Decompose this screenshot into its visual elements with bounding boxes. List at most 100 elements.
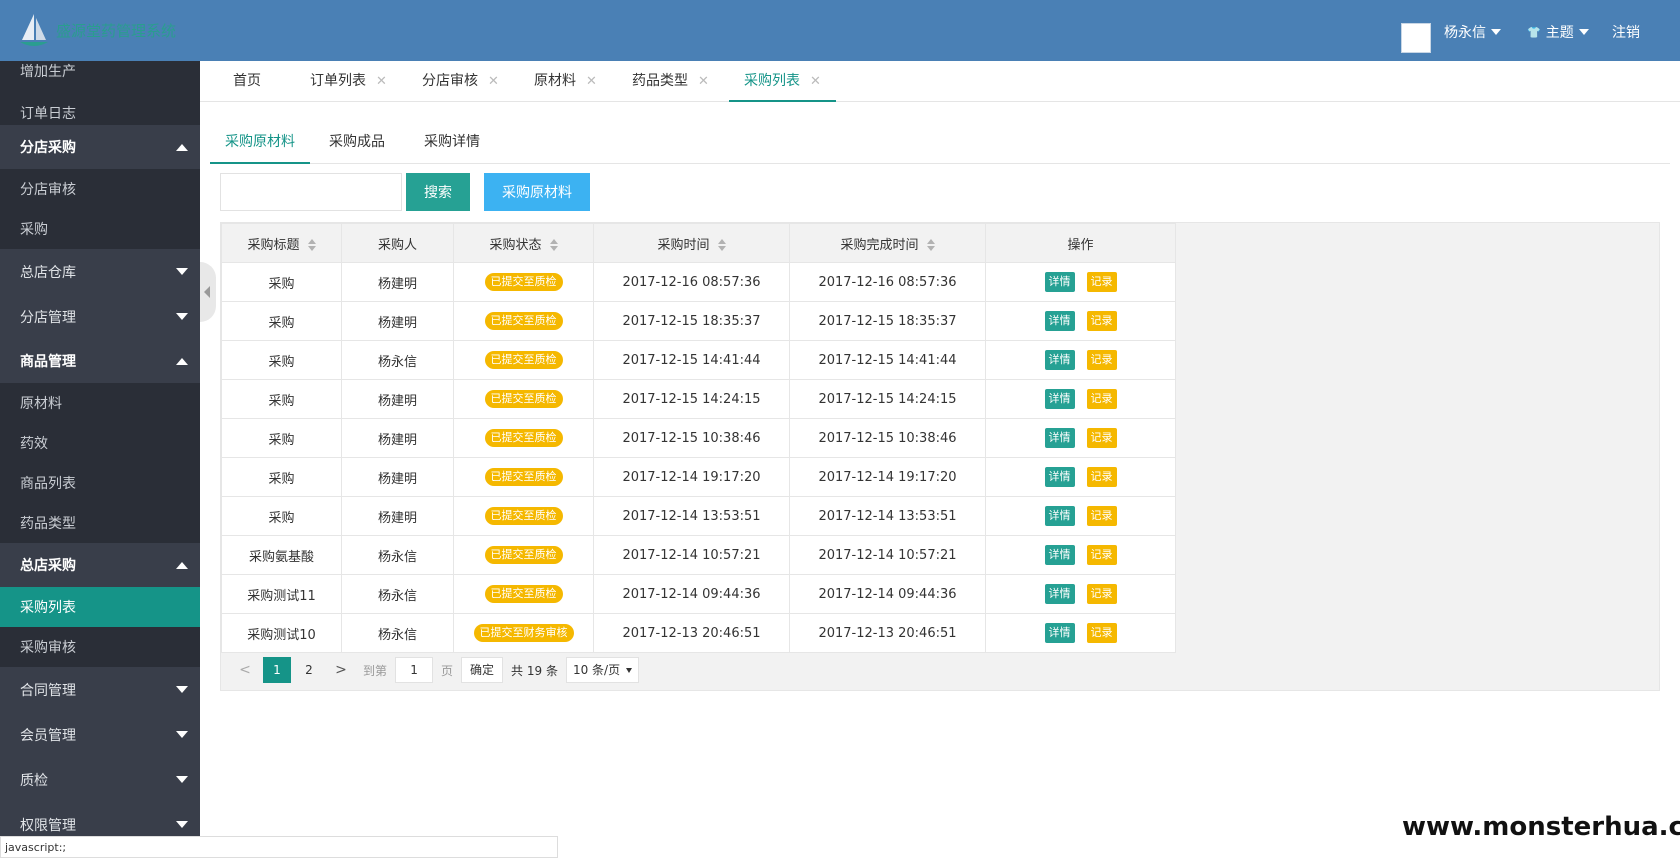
cell-buyer: 杨建明 [341,301,454,341]
sub-tab-bar: 采购原材料 采购成品 采购详情 [210,128,1670,164]
sidebar-group-label: 总店仓库 [20,264,76,281]
goto-page-input[interactable]: 1 [395,657,434,683]
detail-button[interactable]: 详情 [1044,389,1075,409]
sidebar-group-member[interactable]: 会员管理 [0,712,200,757]
record-button[interactable]: 记录 [1086,428,1117,448]
search-button[interactable]: 搜索 [406,173,470,211]
sidebar-group-hq-purchase[interactable]: 总店采购 [0,543,200,587]
close-icon[interactable]: ✕ [488,74,499,89]
col-status-header[interactable]: 采购状态 [453,223,594,263]
detail-button[interactable]: 详情 [1044,584,1075,604]
cell-status: 已提交至财务审核 [453,613,594,653]
close-icon[interactable]: ✕ [810,74,821,89]
table-body: 采购 杨建明 已提交至质检 2017-12-16 08:57:36 2017-12-16… [221,262,1176,653]
cell-actions: 详情 记录 [985,262,1176,302]
theme-label: 主题 [1545,25,1574,41]
cell-done: 2017-12-13 20:46:51 [789,613,986,653]
status-badge: 已提交至质检 [484,273,563,291]
chevron-down-icon [626,667,633,673]
tab-purchase-list[interactable]: 采购列表 ✕ [729,61,836,102]
search-input[interactable] [220,173,402,211]
goto-confirm-button[interactable]: 确定 [461,657,504,683]
record-button[interactable]: 记录 [1086,467,1117,487]
page-1-button[interactable]: 1 [263,657,291,683]
sidebar-item-purchase[interactable]: 采购 [0,209,200,249]
avatar[interactable] [1401,23,1431,53]
triangle-up-icon [176,143,188,151]
sidebar-item-purchase-review[interactable]: 采购审核 [0,627,200,667]
detail-button[interactable]: 详情 [1044,350,1075,370]
tab-branch-review[interactable]: 分店审核 ✕ [422,61,499,102]
sidebar-collapse-handle[interactable] [200,262,216,322]
sidebar-group-goods-mgmt[interactable]: 商品管理 [0,339,200,383]
cell-actions: 详情 记录 [985,340,1176,380]
col-done-header[interactable]: 采购完成时间 [789,223,986,263]
sidebar-group-label: 总店采购 [20,558,76,574]
page-2-button[interactable]: 2 [295,657,323,683]
record-button[interactable]: 记录 [1086,506,1117,526]
tab-raw-material[interactable]: 原材料 ✕ [534,61,597,102]
sidebar-item-raw-material[interactable]: 原材料 [0,383,200,423]
next-page-button[interactable]: > [327,657,355,683]
cell-title: 采购 [221,379,342,419]
sidebar-group-contract[interactable]: 合同管理 [0,667,200,712]
cell-status: 已提交至质检 [453,535,594,575]
record-button[interactable]: 记录 [1086,350,1117,370]
close-icon[interactable]: ✕ [698,74,709,89]
sidebar-group-branch-purchase[interactable]: 分店采购 [0,125,200,169]
record-button[interactable]: 记录 [1086,272,1117,292]
col-title-header[interactable]: 采购标题 [221,223,342,263]
sort-icon[interactable] [717,239,726,251]
sort-icon[interactable] [549,239,558,251]
record-button[interactable]: 记录 [1086,623,1117,643]
sailboat-logo-icon [20,14,48,46]
detail-button[interactable]: 详情 [1044,623,1075,643]
sidebar-item-purchase-list[interactable]: 采购列表 [0,587,200,627]
sidebar-item-goods-list[interactable]: 商品列表 [0,463,200,503]
tab-drug-type[interactable]: 药品类型 ✕ [632,61,709,102]
cell-time: 2017-12-13 20:46:51 [593,613,790,653]
record-button[interactable]: 记录 [1086,389,1117,409]
close-icon[interactable]: ✕ [376,74,387,89]
subtab-raw-material-purchase[interactable]: 采购原材料 [210,128,310,164]
detail-button[interactable]: 详情 [1044,545,1075,565]
sort-icon[interactable] [307,239,316,251]
prev-page-button[interactable]: < [231,657,259,683]
detail-button[interactable]: 详情 [1044,467,1075,487]
logout-link[interactable]: 注销 [1612,22,1640,42]
cell-done: 2017-12-15 10:38:46 [789,418,986,458]
detail-button[interactable]: 详情 [1044,311,1075,331]
cell-buyer: 杨永信 [341,340,454,380]
theme-menu[interactable]: 👕 主题 [1527,22,1589,42]
status-badge: 已提交至质检 [484,429,563,447]
col-buyer-header: 采购人 [341,223,454,263]
detail-button[interactable]: 详情 [1044,428,1075,448]
tab-order-list[interactable]: 订单列表 ✕ [310,61,387,102]
sidebar-group-quality[interactable]: 质检 [0,757,200,802]
col-time-header[interactable]: 采购时间 [593,223,790,263]
sidebar-item-add-production[interactable]: 增加生产 [0,61,200,91]
page-size-select[interactable]: 10 条/页 [565,657,640,683]
tab-label: 订单列表 [310,73,366,89]
sort-icon[interactable] [926,239,935,251]
close-icon[interactable]: ✕ [586,74,597,89]
sidebar-item-efficacy[interactable]: 药效 [0,423,200,463]
record-button[interactable]: 记录 [1086,311,1117,331]
tab-home[interactable]: 首页 [233,61,261,102]
detail-button[interactable]: 详情 [1044,272,1075,292]
record-button[interactable]: 记录 [1086,584,1117,604]
table-row: 采购 杨建明 已提交至质检 2017-12-16 08:57:36 2017-12-16… [221,262,1176,302]
column-label: 采购标题 [247,237,300,253]
sidebar-item-branch-review[interactable]: 分店审核 [0,169,200,209]
user-menu[interactable]: 杨永信 [1444,22,1501,42]
sidebar-group-hq-warehouse[interactable]: 总店仓库 [0,249,200,294]
subtab-purchase-detail[interactable]: 采购详情 [424,128,480,164]
detail-button[interactable]: 详情 [1044,506,1075,526]
subtab-finished-goods-purchase[interactable]: 采购成品 [329,128,385,164]
sidebar-item-drug-type[interactable]: 药品类型 [0,503,200,543]
record-button[interactable]: 记录 [1086,545,1117,565]
table-header-row: 采购标题 采购人 采购状态 采购时间 采购完成时间 操作 [221,223,1176,263]
sidebar-group-label: 质检 [20,772,48,789]
sidebar-group-branch-mgmt[interactable]: 分店管理 [0,294,200,339]
purchase-raw-material-button[interactable]: 采购原材料 [484,173,590,211]
